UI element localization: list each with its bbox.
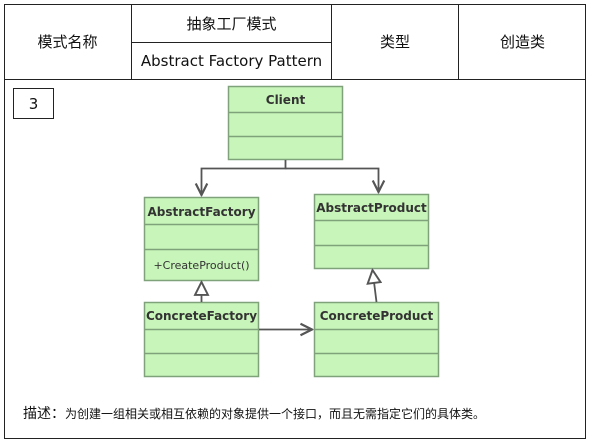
- description: 描述：为创建一组相关或相互依赖的对象提供一个接口，而且无需指定它们的具体类。: [23, 403, 485, 423]
- edge-client-to-abstract-product: [285, 167, 379, 193]
- edge-concrete-product-inherits: [373, 270, 377, 303]
- class-concrete-factory-name: ConcreteFactory: [146, 309, 257, 323]
- class-abstract-factory-name: AbstractFactory: [147, 205, 255, 219]
- class-concrete-product-name: ConcreteProduct: [320, 309, 434, 323]
- class-concrete-factory: ConcreteFactory: [143, 301, 260, 378]
- class-abstract-product: AbstractProduct: [313, 193, 430, 270]
- class-client: Client: [227, 85, 344, 161]
- class-client-name: Client: [266, 93, 306, 107]
- uml-diagram: Client AbstractFactory +CreateProduct() …: [143, 85, 440, 378]
- edge-client-to-abstract-factory: [202, 160, 287, 195]
- class-abstract-factory: AbstractFactory +CreateProduct(): [143, 196, 260, 282]
- description-label: 描述：: [23, 406, 65, 422]
- class-abstract-product-name: AbstractProduct: [316, 201, 427, 215]
- class-concrete-product: ConcreteProduct: [313, 301, 440, 378]
- class-abstract-factory-method: +CreateProduct(): [153, 259, 249, 272]
- description-text: 为创建一组相关或相互依赖的对象提供一个接口，而且无需指定它们的具体类。: [65, 407, 486, 421]
